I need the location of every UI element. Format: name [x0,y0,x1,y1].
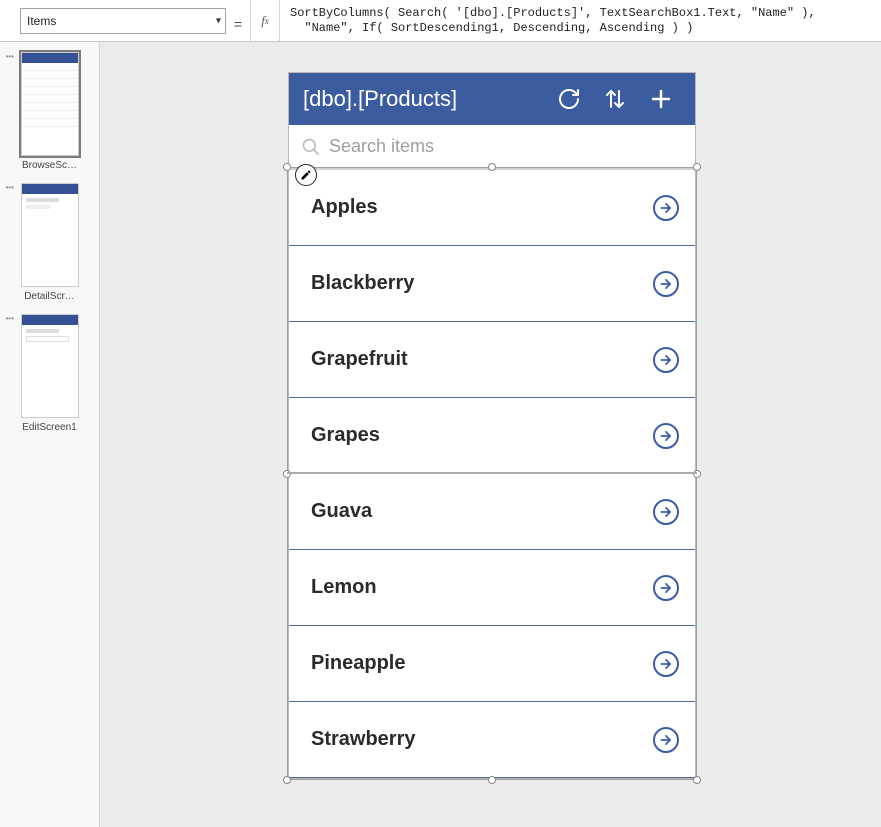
refresh-button[interactable] [549,79,589,119]
more-icon[interactable]: ••• [6,314,14,323]
edit-template-badge[interactable] [295,164,317,186]
formula-editor[interactable]: SortByColumns( Search( '[dbo].[Products]… [280,0,881,41]
item-next-button[interactable] [653,575,679,601]
item-title: Grapefruit [311,348,408,371]
thumb-label: EditScreen1 [22,422,76,433]
item-next-button[interactable] [653,195,679,221]
item-next-button[interactable] [653,499,679,525]
refresh-icon [557,87,581,111]
equals-sign: = [226,0,250,41]
thumb-image [21,314,79,418]
search-placeholder: Search items [329,136,434,157]
screen-thumb-detail[interactable]: DetailScr… [20,183,80,302]
pencil-icon [300,169,312,181]
list-item[interactable]: Grapefruit [289,322,695,398]
item-next-button[interactable] [653,727,679,753]
chevron-down-icon: ▾ [216,16,221,27]
workarea: ••• BrowseSc… ••• DetailScr… [0,42,881,827]
list-item[interactable]: Guava [289,474,695,550]
item-next-button[interactable] [653,423,679,449]
more-icon[interactable]: ••• [6,52,14,61]
item-title: Lemon [311,576,377,599]
app-title: [dbo].[Products] [303,86,543,112]
sort-button[interactable] [595,79,635,119]
arrow-right-icon [659,657,673,671]
list-item[interactable]: Blackberry [289,246,695,322]
screen-thumb-edit[interactable]: EditScreen1 [20,314,80,433]
sort-icon [603,87,627,111]
thumb-image [21,183,79,287]
arrow-right-icon [659,353,673,367]
arrow-right-icon [659,201,673,215]
design-canvas[interactable]: [dbo].[Products] Search items [100,42,881,827]
search-box[interactable]: Search items [289,125,695,169]
thumb-image [21,52,79,156]
phone-preview: [dbo].[Products] Search items [288,72,696,779]
arrow-right-icon [659,429,673,443]
arrow-right-icon [659,505,673,519]
search-icon [301,137,321,157]
item-title: Pineapple [311,652,405,675]
item-next-button[interactable] [653,347,679,373]
item-title: Apples [311,196,378,219]
fx-button[interactable]: fx [250,0,280,41]
item-title: Guava [311,500,372,523]
screen-thumb-browse[interactable]: BrowseSc… [20,52,80,171]
thumb-label: DetailScr… [24,291,75,302]
arrow-right-icon [659,277,673,291]
list-item[interactable]: Strawberry [289,702,695,778]
screens-panel: ••• BrowseSc… ••• DetailScr… [0,42,100,827]
browse-gallery[interactable]: Apples Blackberry Grapefruit Grapes Guava Lem… [289,169,695,778]
item-title: Blackberry [311,272,414,295]
plus-icon [649,87,673,111]
list-item[interactable]: Grapes [289,398,695,474]
item-next-button[interactable] [653,651,679,677]
property-dropdown-value: Items [27,14,56,28]
list-item[interactable]: Pineapple [289,626,695,702]
more-icon[interactable]: ••• [6,183,14,192]
add-button[interactable] [641,79,681,119]
list-item[interactable]: Apples [289,170,695,246]
list-item[interactable]: Lemon [289,550,695,626]
app-header: [dbo].[Products] [289,73,695,125]
item-title: Strawberry [311,728,416,751]
property-dropdown[interactable]: Items ▾ [20,8,226,34]
item-next-button[interactable] [653,271,679,297]
arrow-right-icon [659,581,673,595]
item-title: Grapes [311,424,380,447]
formula-bar: Items ▾ = fx SortByColumns( Search( '[db… [0,0,881,42]
thumb-label: BrowseSc… [22,160,77,171]
arrow-right-icon [659,733,673,747]
